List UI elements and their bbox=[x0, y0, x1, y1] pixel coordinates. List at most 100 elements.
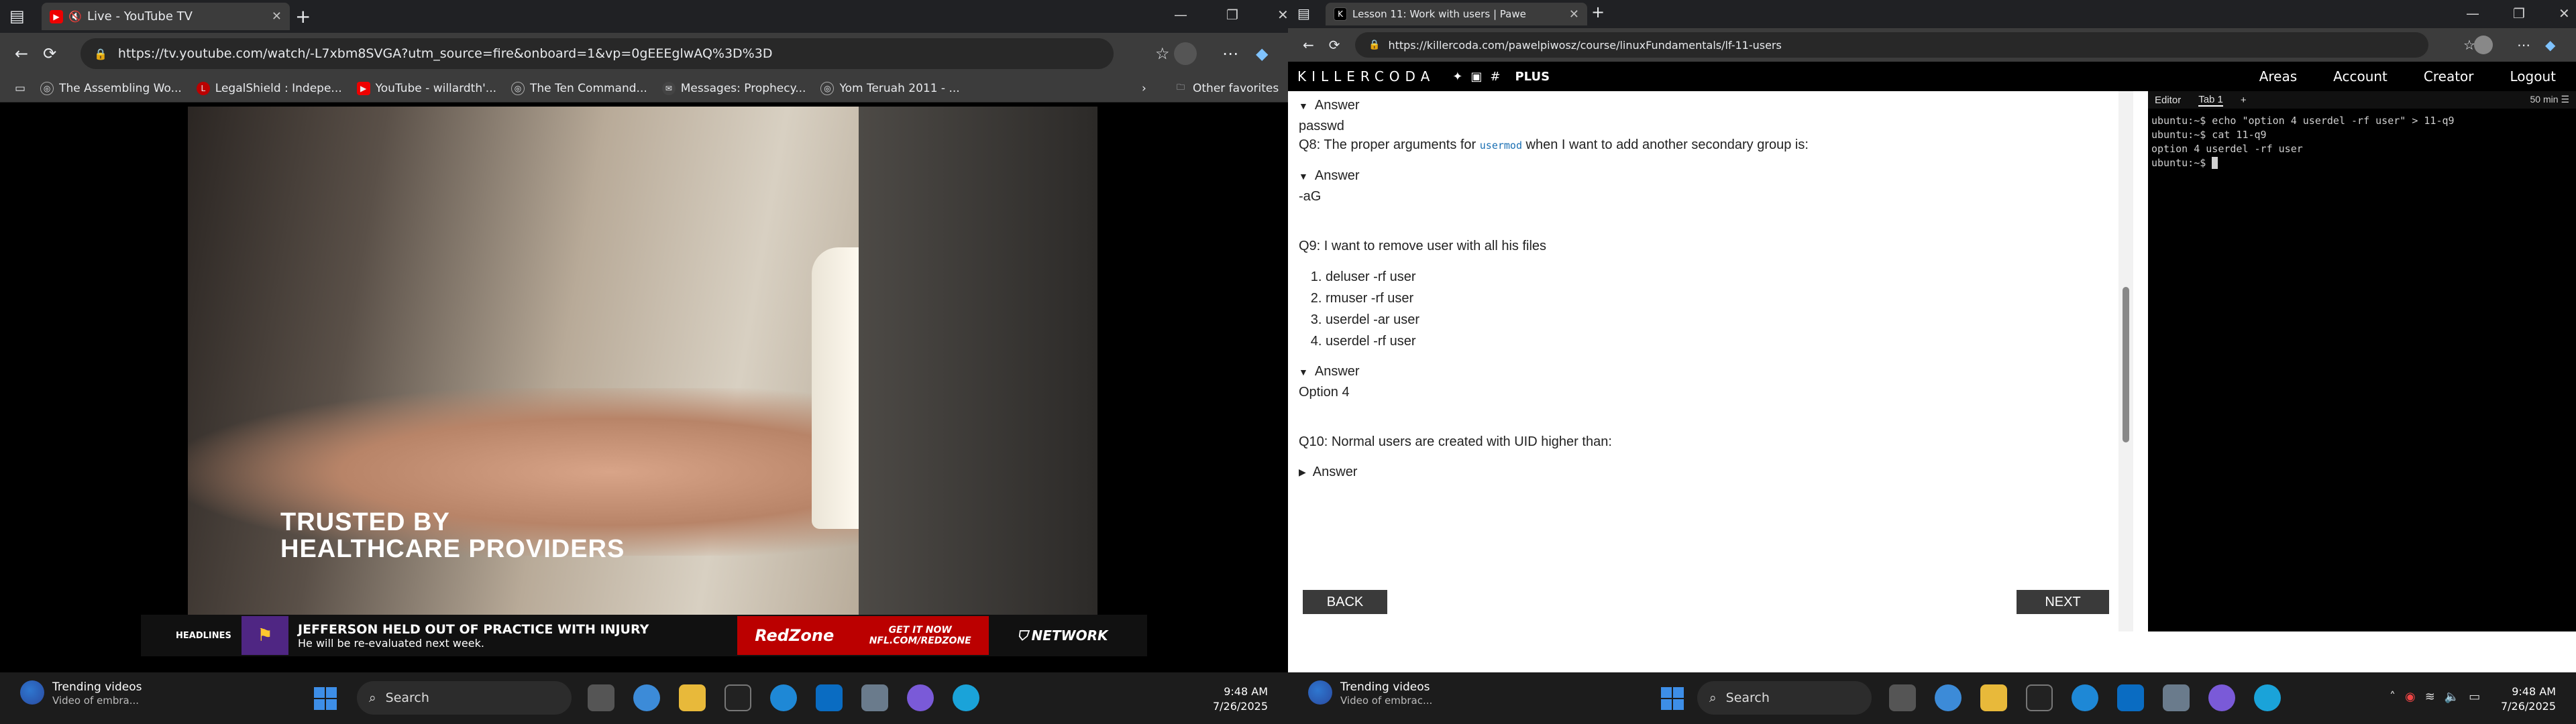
app-icon[interactable] bbox=[2163, 684, 2190, 711]
store-icon[interactable] bbox=[2117, 684, 2144, 711]
address-bar[interactable]: 🔒 https://killercoda.com/pawelpiwosz/cou… bbox=[1355, 32, 2428, 58]
file-explorer-icon[interactable] bbox=[1980, 684, 2007, 711]
widgets-button[interactable]: Trending videos Video of embrac... bbox=[1308, 680, 1432, 707]
store-icon[interactable] bbox=[816, 684, 843, 711]
close-window-button[interactable]: ✕ bbox=[1277, 7, 1288, 23]
tab-lesson[interactable]: K Lesson 11: Work with users | Pawe ✕ bbox=[1326, 3, 1587, 25]
other-favorites[interactable]: 🗀 Other favorites bbox=[1174, 82, 1279, 95]
edge-icon[interactable] bbox=[770, 684, 797, 711]
volume-icon[interactable]: 🔈 bbox=[2445, 690, 2459, 704]
taskbar-search[interactable]: ⌕ Search bbox=[357, 681, 572, 715]
scroll-thumb[interactable] bbox=[2123, 287, 2129, 442]
defender-icon[interactable]: ◉ bbox=[2405, 690, 2416, 704]
trending-icon bbox=[20, 680, 44, 705]
youtube-icon: ▶ bbox=[356, 81, 370, 95]
profile-avatar[interactable] bbox=[1174, 42, 1197, 65]
question-q9: Q9: I want to remove user with all his f… bbox=[1299, 239, 1547, 253]
back-button[interactable]: BACK bbox=[1303, 590, 1387, 614]
more-options-icon[interactable]: ⋯ bbox=[2517, 37, 2530, 53]
menu-creator[interactable]: Creator bbox=[2424, 68, 2474, 84]
bookmark-item[interactable]: L LegalShield : Indepe... bbox=[196, 81, 342, 95]
minimize-button[interactable]: — bbox=[2466, 5, 2479, 21]
bookmark-item[interactable]: ▶ YouTube - willardth'... bbox=[356, 81, 496, 95]
minimize-button[interactable]: — bbox=[1174, 7, 1187, 23]
sidebar-toggle-icon[interactable]: ▤ bbox=[1297, 5, 1310, 21]
slack-icon[interactable]: # bbox=[1490, 70, 1500, 84]
app-icon[interactable] bbox=[861, 684, 888, 711]
twitter-icon[interactable]: ✦ bbox=[1452, 70, 1462, 84]
more-options-icon[interactable]: ⋯ bbox=[1222, 44, 1238, 63]
bookmark-item[interactable]: ◎ The Assembling Wo... bbox=[40, 81, 182, 95]
edge-dev-icon[interactable] bbox=[2254, 684, 2281, 711]
tab-terminal-1[interactable]: Tab 1 bbox=[2198, 94, 2223, 107]
terminal-panel[interactable]: Editor Tab 1 + 50 min ☰ ubuntu:~$ echo "… bbox=[2148, 91, 2576, 631]
collections-icon[interactable]: ▭ bbox=[15, 82, 25, 95]
refresh-icon[interactable]: ⟳ bbox=[1329, 37, 1340, 53]
taskbar-search[interactable]: ⌕ Search bbox=[1697, 681, 1872, 715]
new-tab-button[interactable]: + bbox=[295, 5, 311, 27]
linkedin-icon[interactable]: ▣ bbox=[1470, 70, 1482, 84]
copilot-icon[interactable] bbox=[633, 684, 660, 711]
terminal-output[interactable]: ubuntu:~$ echo "option 4 userdel -rf use… bbox=[2148, 114, 2576, 170]
back-icon[interactable]: ← bbox=[1303, 37, 1314, 53]
answer-toggle[interactable]: ▼ Answer bbox=[1299, 98, 2117, 113]
chevron-up-icon[interactable]: ˄ bbox=[2390, 690, 2396, 704]
terminal-icon[interactable] bbox=[2026, 684, 2053, 711]
tab-youtube-tv[interactable]: ▶ 🔇 Live - YouTube TV ✕ bbox=[42, 3, 290, 30]
taskbar-clock[interactable]: 9:48 AM 7/26/2025 bbox=[1213, 684, 1268, 714]
answer-toggle[interactable]: ▶ Answer bbox=[1299, 465, 2117, 480]
favorites-icon[interactable]: ☆ bbox=[1155, 44, 1170, 63]
question-q10: Q10: Normal users are created with UID h… bbox=[1299, 434, 1612, 449]
copilot-icon[interactable]: ◆ bbox=[2545, 37, 2555, 53]
bookmark-item[interactable]: ✉ Messages: Prophecy... bbox=[661, 81, 806, 95]
onenote-icon[interactable] bbox=[2208, 684, 2235, 711]
lesson-scrollbar[interactable] bbox=[2118, 91, 2133, 631]
copilot-icon[interactable]: ◆ bbox=[1256, 44, 1268, 63]
close-tab-icon[interactable]: ✕ bbox=[1569, 7, 1579, 21]
plus-link[interactable]: PLUS bbox=[1515, 70, 1550, 84]
tab-editor[interactable]: Editor bbox=[2155, 95, 2181, 106]
url-text: https://tv.youtube.com/watch/-L7xbm8SVGA… bbox=[117, 46, 773, 61]
globe-icon: ◎ bbox=[511, 81, 525, 95]
restore-button[interactable]: ❐ bbox=[2513, 5, 2525, 21]
bookmark-item[interactable]: ◎ The Ten Command... bbox=[511, 81, 647, 95]
answer-toggle[interactable]: ▼ Answer bbox=[1299, 168, 2117, 184]
file-explorer-icon[interactable] bbox=[679, 684, 706, 711]
chevron-right-icon[interactable]: › bbox=[1142, 82, 1146, 95]
back-icon[interactable]: ← bbox=[15, 44, 28, 63]
killercoda-logo[interactable]: KILLERCODA bbox=[1297, 68, 1435, 84]
taskbar-clock[interactable]: 9:48 AM 7/26/2025 bbox=[2501, 684, 2556, 714]
menu-areas[interactable]: Areas bbox=[2259, 68, 2297, 84]
widgets-button[interactable]: Trending videos Video of embra... bbox=[20, 680, 142, 707]
menu-logout[interactable]: Logout bbox=[2510, 68, 2556, 84]
address-bar[interactable]: 🔒 https://tv.youtube.com/watch/-L7xbm8SV… bbox=[80, 38, 1114, 69]
menu-account[interactable]: Account bbox=[2333, 68, 2387, 84]
next-button[interactable]: NEXT bbox=[2017, 590, 2109, 614]
start-button[interactable] bbox=[1661, 687, 1684, 710]
youtube-tv-player[interactable]: TRUSTED BY HEALTHCARE PROVIDERS HEADLINE… bbox=[0, 103, 1288, 672]
terminal-icon[interactable] bbox=[724, 684, 751, 711]
new-tab-button[interactable]: + bbox=[1591, 3, 1605, 21]
taskview-icon[interactable] bbox=[1889, 684, 1916, 711]
close-window-button[interactable]: ✕ bbox=[2559, 5, 2570, 21]
taskview-icon[interactable] bbox=[588, 684, 614, 711]
start-button[interactable] bbox=[314, 687, 337, 710]
answer-toggle[interactable]: ▼ Answer bbox=[1299, 364, 2117, 379]
onenote-icon[interactable] bbox=[907, 684, 934, 711]
edge-icon[interactable] bbox=[2072, 684, 2098, 711]
refresh-icon[interactable]: ⟳ bbox=[43, 44, 56, 63]
battery-icon[interactable]: ▭ bbox=[2469, 690, 2480, 704]
bookmark-item[interactable]: ◎ Yom Teruah 2011 - ... bbox=[820, 81, 960, 95]
copilot-icon[interactable] bbox=[1935, 684, 1962, 711]
add-tab-button[interactable]: + bbox=[2241, 95, 2247, 106]
sidebar-toggle-icon[interactable]: ▤ bbox=[9, 7, 25, 25]
wifi-icon[interactable]: ≋ bbox=[2425, 690, 2435, 704]
edge-dev-icon[interactable] bbox=[953, 684, 979, 711]
restore-button[interactable]: ❐ bbox=[1226, 7, 1238, 23]
profile-avatar[interactable] bbox=[2474, 36, 2493, 54]
page-viewport: KILLERCODA ✦ ▣ # PLUS Areas Account Crea… bbox=[1288, 62, 2576, 672]
video-frame[interactable]: TRUSTED BY HEALTHCARE PROVIDERS bbox=[188, 107, 1097, 616]
close-tab-icon[interactable]: ✕ bbox=[272, 9, 282, 23]
hamburger-icon[interactable]: ☰ bbox=[2561, 94, 2569, 105]
mute-icon[interactable]: 🔇 bbox=[68, 10, 82, 23]
